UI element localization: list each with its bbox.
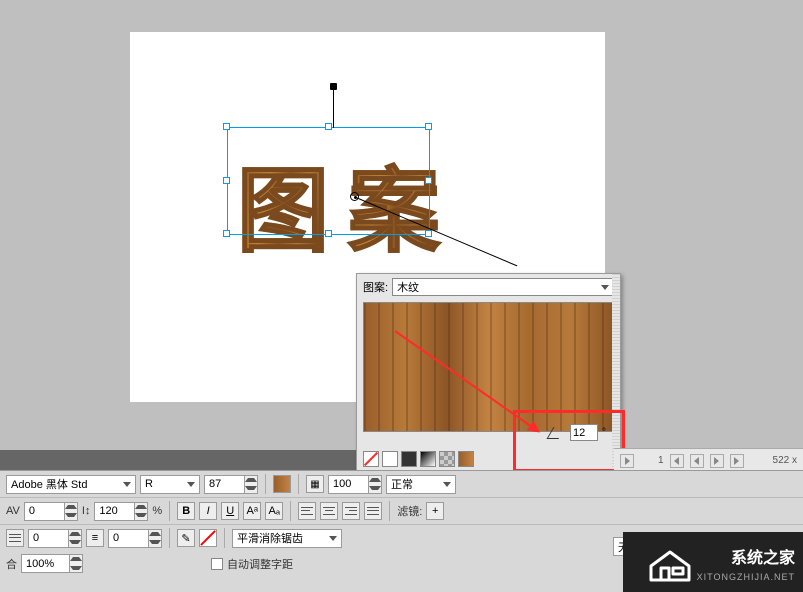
leading-icon: ≡	[86, 529, 104, 547]
pager-next-button[interactable]	[710, 454, 724, 468]
pattern-dropdown-value: 木纹	[397, 279, 419, 295]
add-filter-button[interactable]: +	[426, 502, 444, 520]
fill-none-button[interactable]	[363, 451, 379, 467]
font-size-stepper[interactable]: 87	[204, 475, 258, 494]
tracking-stepper[interactable]: 0	[24, 502, 78, 521]
font-style-value: R	[145, 478, 153, 490]
percent-label: %	[152, 505, 162, 517]
site-logo-icon	[647, 544, 693, 584]
vscale-stepper[interactable]: 120	[94, 502, 148, 521]
font-family-value: Adobe 黑体 Std	[11, 476, 87, 492]
leading-value: 0	[113, 532, 119, 544]
pager-first-button[interactable]	[670, 454, 684, 468]
pager-last-button[interactable]	[730, 454, 744, 468]
autokern-checkbox[interactable]	[211, 558, 223, 570]
tracking-value: 0	[29, 505, 35, 517]
rotation-handle[interactable]	[330, 83, 337, 90]
indent-stepper[interactable]: 0	[28, 529, 82, 548]
tracking-label: AV	[6, 505, 20, 517]
pager-prev-button[interactable]	[690, 454, 704, 468]
autokern-label: 自动调整字距	[227, 556, 293, 572]
chevron-down-icon	[443, 482, 451, 487]
fill-current-swatch[interactable]	[458, 451, 474, 467]
pattern-label: 图案:	[363, 279, 388, 295]
opacity-icon: ▦	[306, 475, 324, 493]
blend-mode-value: 正常	[391, 476, 413, 492]
opacity-stepper[interactable]: 100	[328, 475, 382, 494]
divider	[265, 474, 266, 494]
resize-handle-bottom-mid[interactable]	[325, 230, 332, 237]
resize-handle-mid-left[interactable]	[223, 177, 230, 184]
align-right-button[interactable]	[342, 502, 360, 520]
properties-toolbar: Adobe 黑体 Std R 87 ▦ 100 正常 AV 0 I↕	[0, 470, 803, 592]
pencil-fill-icon[interactable]: ✎	[177, 529, 195, 547]
pattern-dropdown[interactable]: 木纹	[392, 278, 614, 296]
chevron-down-icon	[123, 482, 131, 487]
resize-handle-mid-right[interactable]	[425, 177, 432, 184]
indent-value: 0	[33, 532, 39, 544]
divider	[169, 501, 170, 521]
divider	[169, 528, 170, 548]
toolbar-row-2: AV 0 I↕ 120 % B I U Aᵃ Aₐ 滤镜: +	[0, 497, 803, 524]
superscript-button[interactable]: Aᵃ	[243, 502, 261, 520]
stroke-none-swatch[interactable]	[199, 529, 217, 547]
divider	[389, 501, 390, 521]
subscript-button[interactable]: Aₐ	[265, 502, 283, 520]
opacity-value: 100	[333, 478, 351, 490]
vscale-value: 120	[99, 505, 117, 517]
resize-handle-top-right[interactable]	[425, 123, 432, 130]
chevron-down-icon	[187, 482, 195, 487]
fill-gradient-button[interactable]	[420, 451, 436, 467]
brand-url: XITONGZHIJIA.NET	[697, 572, 795, 582]
font-size-value: 87	[209, 478, 221, 490]
fill-solid-white-button[interactable]	[382, 451, 398, 467]
chevron-down-icon	[601, 285, 609, 290]
scale-label: I↕	[82, 505, 91, 517]
toolbar-row-1: Adobe 黑体 Std R 87 ▦ 100 正常	[0, 471, 803, 497]
annotation-highlight-box	[513, 410, 625, 472]
overall-label: 合	[6, 556, 17, 572]
resize-handle-top-mid[interactable]	[325, 123, 332, 130]
divider	[298, 474, 299, 494]
font-family-dropdown[interactable]: Adobe 黑体 Std	[6, 475, 136, 494]
fill-type-swatches	[363, 451, 474, 467]
leading-stepper[interactable]: 0	[108, 529, 162, 548]
pager-page-number: 1	[658, 455, 664, 466]
pivot-point-icon[interactable]	[350, 192, 359, 201]
resize-handle-bottom-left[interactable]	[223, 230, 230, 237]
align-center-button[interactable]	[320, 502, 338, 520]
align-justify-button[interactable]	[364, 502, 382, 520]
timeline-pager: 1 522 x	[614, 448, 803, 472]
filters-label: 滤镜:	[397, 503, 422, 519]
text-fill-swatch[interactable]	[273, 475, 291, 493]
fill-bitmap-button[interactable]	[439, 451, 455, 467]
resize-handle-top-left[interactable]	[223, 123, 230, 130]
pager-play-button[interactable]	[620, 454, 634, 468]
divider	[224, 528, 225, 548]
overall-stepper[interactable]: 100%	[21, 554, 83, 573]
font-style-dropdown[interactable]: R	[140, 475, 200, 494]
rotation-stem	[333, 88, 334, 128]
align-left-button[interactable]	[298, 502, 316, 520]
selection-bounding-box[interactable]	[227, 127, 430, 235]
bold-button[interactable]: B	[177, 502, 195, 520]
indent-icon	[6, 529, 24, 547]
brand-name: 系统之家	[731, 544, 795, 568]
italic-button[interactable]: I	[199, 502, 217, 520]
chevron-down-icon	[329, 536, 337, 541]
zoom-readout: 522 x	[773, 455, 797, 466]
resize-handle-bottom-right[interactable]	[425, 230, 432, 237]
blend-mode-dropdown[interactable]: 正常	[386, 475, 456, 494]
antialias-dropdown[interactable]: 平滑消除锯齿	[232, 529, 342, 548]
antialias-value: 平滑消除锯齿	[237, 530, 303, 546]
overall-value: 100%	[26, 558, 54, 570]
fill-solid-black-button[interactable]	[401, 451, 417, 467]
underline-button[interactable]: U	[221, 502, 239, 520]
divider	[290, 501, 291, 521]
